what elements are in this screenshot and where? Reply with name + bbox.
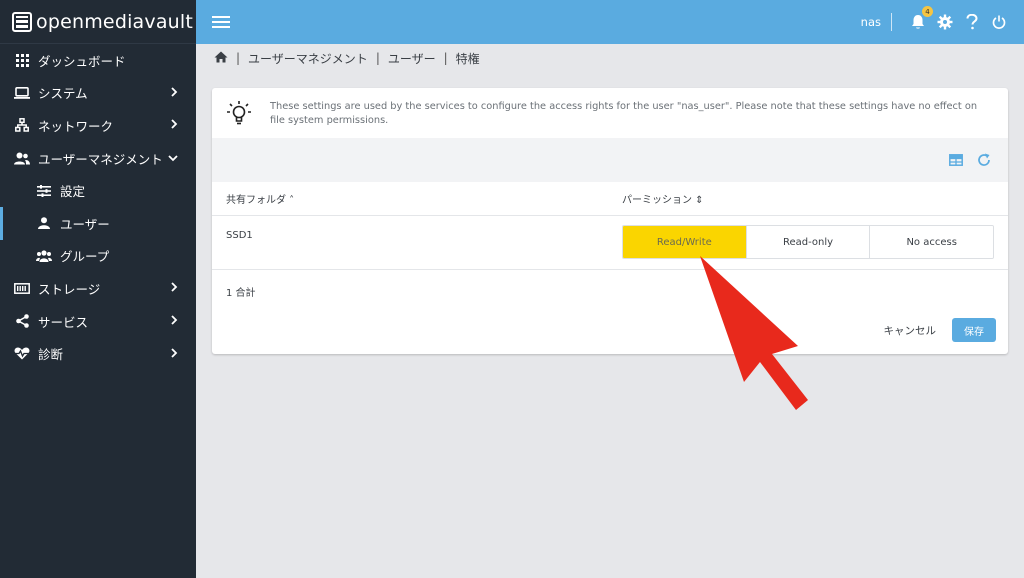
users-icon	[14, 150, 30, 166]
permission-toggle-group: Read/Write Read-only No access	[622, 225, 994, 259]
save-button[interactable]: 保存	[952, 318, 996, 342]
sidebar-item-users[interactable]: ユーザー	[0, 206, 196, 240]
chevron-right-icon	[170, 314, 178, 328]
power-icon[interactable]	[990, 13, 1008, 31]
table-footer: 1 合計	[212, 270, 1008, 312]
sidebar-item-dashboard[interactable]: ダッシュボード	[0, 44, 196, 77]
table-header: 共有フォルダ ˄ パーミッション ⇕	[212, 182, 1008, 216]
sidebar-item-label: 設定	[60, 184, 86, 200]
share-icon	[14, 313, 30, 329]
sidebar-item-system[interactable]: システム	[0, 77, 196, 110]
table-columns-icon[interactable]	[948, 152, 964, 168]
info-text: These settings are used by the services …	[270, 101, 978, 126]
logo-icon	[12, 11, 32, 32]
sidebar-item-user-management[interactable]: ユーザーマネジメント	[0, 142, 196, 175]
sidebar: openmediavault ダッシュボード システム ネットワーク ユーザーマ…	[0, 0, 196, 578]
sidebar-item-label: ユーザーマネジメント	[38, 151, 163, 167]
sliders-icon	[36, 183, 52, 199]
form-actions: キャンセル 保存	[884, 318, 996, 342]
storage-icon	[14, 280, 30, 296]
sidebar-item-label: システム	[38, 86, 88, 102]
current-user[interactable]: nas	[861, 15, 881, 29]
laptop-icon	[14, 85, 30, 101]
help-icon[interactable]	[963, 13, 981, 31]
sidebar-item-network[interactable]: ネットワーク	[0, 109, 196, 142]
breadcrumb-item-user-management[interactable]: ユーザーマネジメント	[248, 50, 368, 67]
breadcrumb: | ユーザーマネジメント | ユーザー | 特権	[214, 50, 480, 66]
info-alert: These settings are used by the services …	[212, 88, 1008, 138]
refresh-icon[interactable]	[976, 152, 992, 168]
no-access-button[interactable]: No access	[869, 226, 993, 258]
chevron-right-icon	[170, 118, 178, 132]
table-row: SSD1 Read/Write Read-only No access	[212, 216, 1008, 270]
chevron-right-icon	[170, 281, 178, 295]
sidebar-item-groups[interactable]: グループ	[0, 240, 196, 273]
column-header-shared-folder[interactable]: 共有フォルダ ˄	[212, 191, 622, 206]
privileges-card: These settings are used by the services …	[212, 88, 1008, 354]
group-icon	[36, 248, 52, 264]
topbar: nas 4	[196, 0, 1024, 44]
sidebar-item-label: ユーザー	[60, 216, 110, 232]
sidebar-item-services[interactable]: サービス	[0, 305, 196, 338]
table-toolbar	[212, 138, 1008, 182]
logo-text: openmediavault	[36, 10, 194, 33]
shared-folder-name: SSD1	[226, 230, 253, 241]
breadcrumb-item-users[interactable]: ユーザー	[388, 50, 436, 67]
heartbeat-icon	[14, 346, 30, 362]
read-write-button[interactable]: Read/Write	[623, 226, 746, 258]
read-only-button[interactable]: Read-only	[745, 226, 870, 258]
sidebar-item-label: ストレージ	[38, 281, 101, 297]
sidebar-item-settings[interactable]: 設定	[0, 174, 196, 207]
cancel-button[interactable]: キャンセル	[884, 323, 937, 338]
network-icon	[14, 117, 30, 133]
chevron-down-icon	[168, 151, 178, 165]
sidebar-item-label: サービス	[38, 314, 89, 330]
grid-icon	[14, 52, 30, 68]
logo[interactable]: openmediavault	[0, 0, 196, 44]
sidebar-nav: ダッシュボード システム ネットワーク ユーザーマネジメント 設定 ユーザー グ…	[0, 44, 196, 370]
total-count: 1 合計	[226, 287, 256, 299]
column-header-permission[interactable]: パーミッション ⇕	[622, 191, 1008, 206]
sidebar-item-label: グループ	[60, 249, 110, 265]
bell-icon[interactable]: 4	[909, 6, 933, 31]
topbar-actions: nas 4	[861, 6, 1008, 31]
hamburger-menu-icon[interactable]	[212, 16, 230, 28]
sidebar-item-label: 診断	[38, 347, 64, 363]
notification-badge: 4	[922, 6, 933, 17]
divider	[891, 13, 892, 31]
breadcrumb-item-privileges: 特権	[455, 51, 480, 66]
sidebar-item-label: ダッシュボード	[38, 53, 126, 69]
lightbulb-icon	[224, 98, 254, 128]
sidebar-item-storage[interactable]: ストレージ	[0, 272, 196, 305]
chevron-right-icon	[170, 86, 178, 100]
sidebar-item-label: ネットワーク	[38, 118, 114, 134]
user-icon	[36, 215, 52, 231]
home-icon[interactable]	[214, 51, 228, 66]
chevron-right-icon	[170, 347, 178, 361]
sidebar-item-diagnostics[interactable]: 診断	[0, 337, 196, 370]
gear-icon[interactable]	[936, 13, 954, 31]
